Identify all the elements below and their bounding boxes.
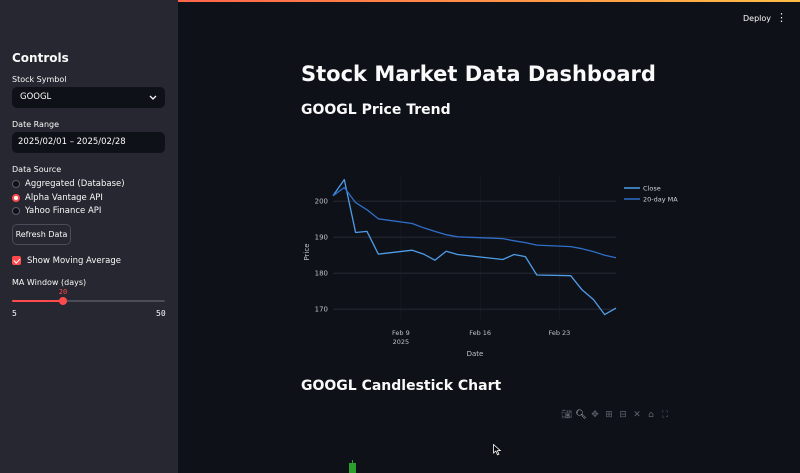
series-line-moving-average (332, 186, 617, 259)
zoom-in-icon[interactable]: ⊞ (602, 409, 616, 421)
deploy-button[interactable]: Deploy (743, 14, 771, 23)
mouse-cursor-icon (493, 441, 502, 460)
radio-unselected-icon (12, 207, 20, 215)
stock-symbol-value: GOOGL (20, 92, 52, 102)
slider-min-label: 5 (12, 309, 17, 318)
candlestick-heading: GOOGL Candlestick Chart (301, 378, 502, 394)
x-tick-label: Feb 23 (548, 329, 570, 337)
candlestick-body (349, 463, 356, 473)
stock-symbol-select[interactable]: GOOGL (12, 87, 165, 108)
date-range-label: Date Range (12, 120, 60, 129)
series-line-close (332, 178, 617, 316)
y-tick-label: 190 (315, 234, 328, 242)
x-axis-label: Date (467, 350, 484, 358)
price-trend-heading: GOOGL Price Trend (301, 102, 451, 118)
zoom-out-icon[interactable]: ⊟ (616, 409, 630, 421)
home-icon[interactable]: ⌂ (644, 409, 658, 421)
x-tick-label: Feb 9 (392, 329, 410, 337)
stock-symbol-label: Stock Symbol (12, 75, 67, 84)
y-tick-label: 170 (315, 306, 328, 314)
slider-thumb[interactable] (59, 297, 67, 305)
ma-window-value: 20 (58, 288, 68, 296)
pan-icon[interactable]: ✥ (588, 409, 602, 421)
fullscreen-icon[interactable]: ⛶ (658, 409, 672, 421)
vertical-ellipsis-icon[interactable]: ⋮ (776, 11, 787, 24)
x-tick-year-label: 2025 (393, 338, 410, 346)
radio-unselected-icon (12, 180, 20, 188)
slider-max-label: 50 (156, 309, 166, 318)
page-title: Stock Market Data Dashboard (301, 62, 656, 86)
x-tick-label: Feb 16 (469, 329, 491, 337)
zoom-icon[interactable]: 🔍︎ (574, 409, 588, 421)
camera-icon[interactable]: 📷︎ (560, 409, 574, 421)
chevron-down-icon (149, 87, 157, 117)
slider-fill (12, 300, 63, 302)
radio-selected-icon (12, 194, 20, 202)
ma-window-slider[interactable] (12, 297, 165, 305)
legend-label[interactable]: Close (643, 185, 661, 193)
y-tick-label: 180 (315, 270, 328, 278)
y-axis-label: Price (303, 243, 311, 260)
sidebar-title: Controls (12, 51, 69, 65)
y-tick-label: 200 (315, 198, 328, 206)
date-range-input[interactable]: 2025/02/01 – 2025/02/28 (12, 132, 165, 153)
data-source-label: Data Source (12, 165, 62, 174)
legend-label[interactable]: 20-day MA (643, 196, 678, 204)
chart-modebar: 📷︎ 🔍︎ ✥ ⊞ ⊟ ✕ ⌂ ⛶ (560, 409, 672, 421)
ma-window-label: MA Window (days) (12, 278, 87, 287)
sidebar: Controls Stock Symbol GOOGL Date Range 2… (0, 0, 178, 473)
autoscale-icon[interactable]: ✕ (630, 409, 644, 421)
refresh-data-button[interactable]: Refresh Data (12, 224, 71, 245)
checkmark-icon (12, 256, 21, 265)
